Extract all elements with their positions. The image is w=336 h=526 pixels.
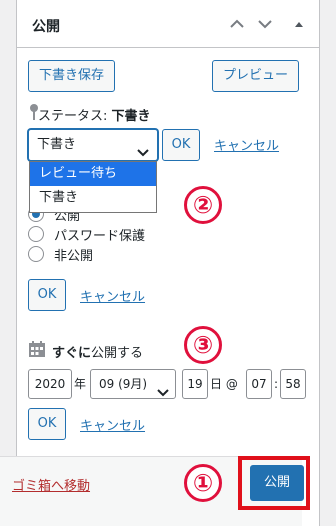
visibility-option-password[interactable]: パスワード保護 [28,224,145,244]
status-select-value: 下書き [37,137,77,152]
month-value: 09 (9月) [99,377,148,391]
time-colon: : [274,377,279,391]
status-value: 下書き [111,109,151,124]
panel-header: 公開 [17,0,319,48]
annotation-badge-3: ③ [184,326,222,364]
status-select[interactable]: 下書き [28,129,158,161]
radio-button[interactable] [28,226,44,242]
chevron-up-icon[interactable] [227,14,247,34]
status-dropdown: レビュー待ち 下書き [29,161,157,213]
visibility-option-label: 非公開 [54,248,94,264]
status-label: ステータス: [38,109,108,124]
calendar-icon [28,340,46,362]
chevron-down-icon [157,380,169,408]
status-ok-button[interactable]: OK [162,129,200,161]
year-suffix: 年 [74,377,87,391]
annotation-badge-2: ② [184,186,222,224]
day-input[interactable]: 19 [182,369,208,399]
visibility-cancel-link[interactable]: キャンセル [80,286,145,305]
schedule-label-rest: 公開する [91,345,144,361]
collapse-triangle-icon[interactable] [289,14,309,34]
move-to-trash-link[interactable]: ゴミ箱へ移動 [12,475,90,494]
schedule-label: すぐに公開する [52,342,143,361]
visibility-ok-button[interactable]: OK [28,279,66,311]
status-option-review[interactable]: レビュー待ち [30,162,156,186]
status-option-draft[interactable]: 下書き [30,186,156,210]
schedule-line: すぐに公開する [28,341,143,361]
day-suffix: 日 @ [210,377,238,391]
schedule-ok-button[interactable]: OK [28,408,66,440]
radio-button[interactable] [28,246,44,262]
year-input[interactable]: 2020 [28,369,72,399]
status-cancel-link[interactable]: キャンセル [214,135,279,154]
annotation-badge-1: ① [184,464,222,502]
status-line: ステータス: 下書き [38,105,151,124]
visibility-option-private[interactable]: 非公開 [28,244,93,264]
month-select[interactable]: 09 (9月) [90,369,176,399]
visibility-option-label: パスワード保護 [54,228,146,244]
hour-input[interactable]: 07 [246,369,272,399]
preview-button[interactable]: プレビュー [212,60,300,92]
publish-button[interactable]: 公開 [250,465,304,501]
minute-input[interactable]: 58 [280,369,306,399]
schedule-cancel-link[interactable]: キャンセル [80,415,145,434]
schedule-label-bold: すぐに [52,345,92,361]
save-draft-button[interactable]: 下書き保存 [28,60,116,92]
chevron-down-icon[interactable] [255,14,275,34]
panel-title: 公開 [32,19,60,35]
